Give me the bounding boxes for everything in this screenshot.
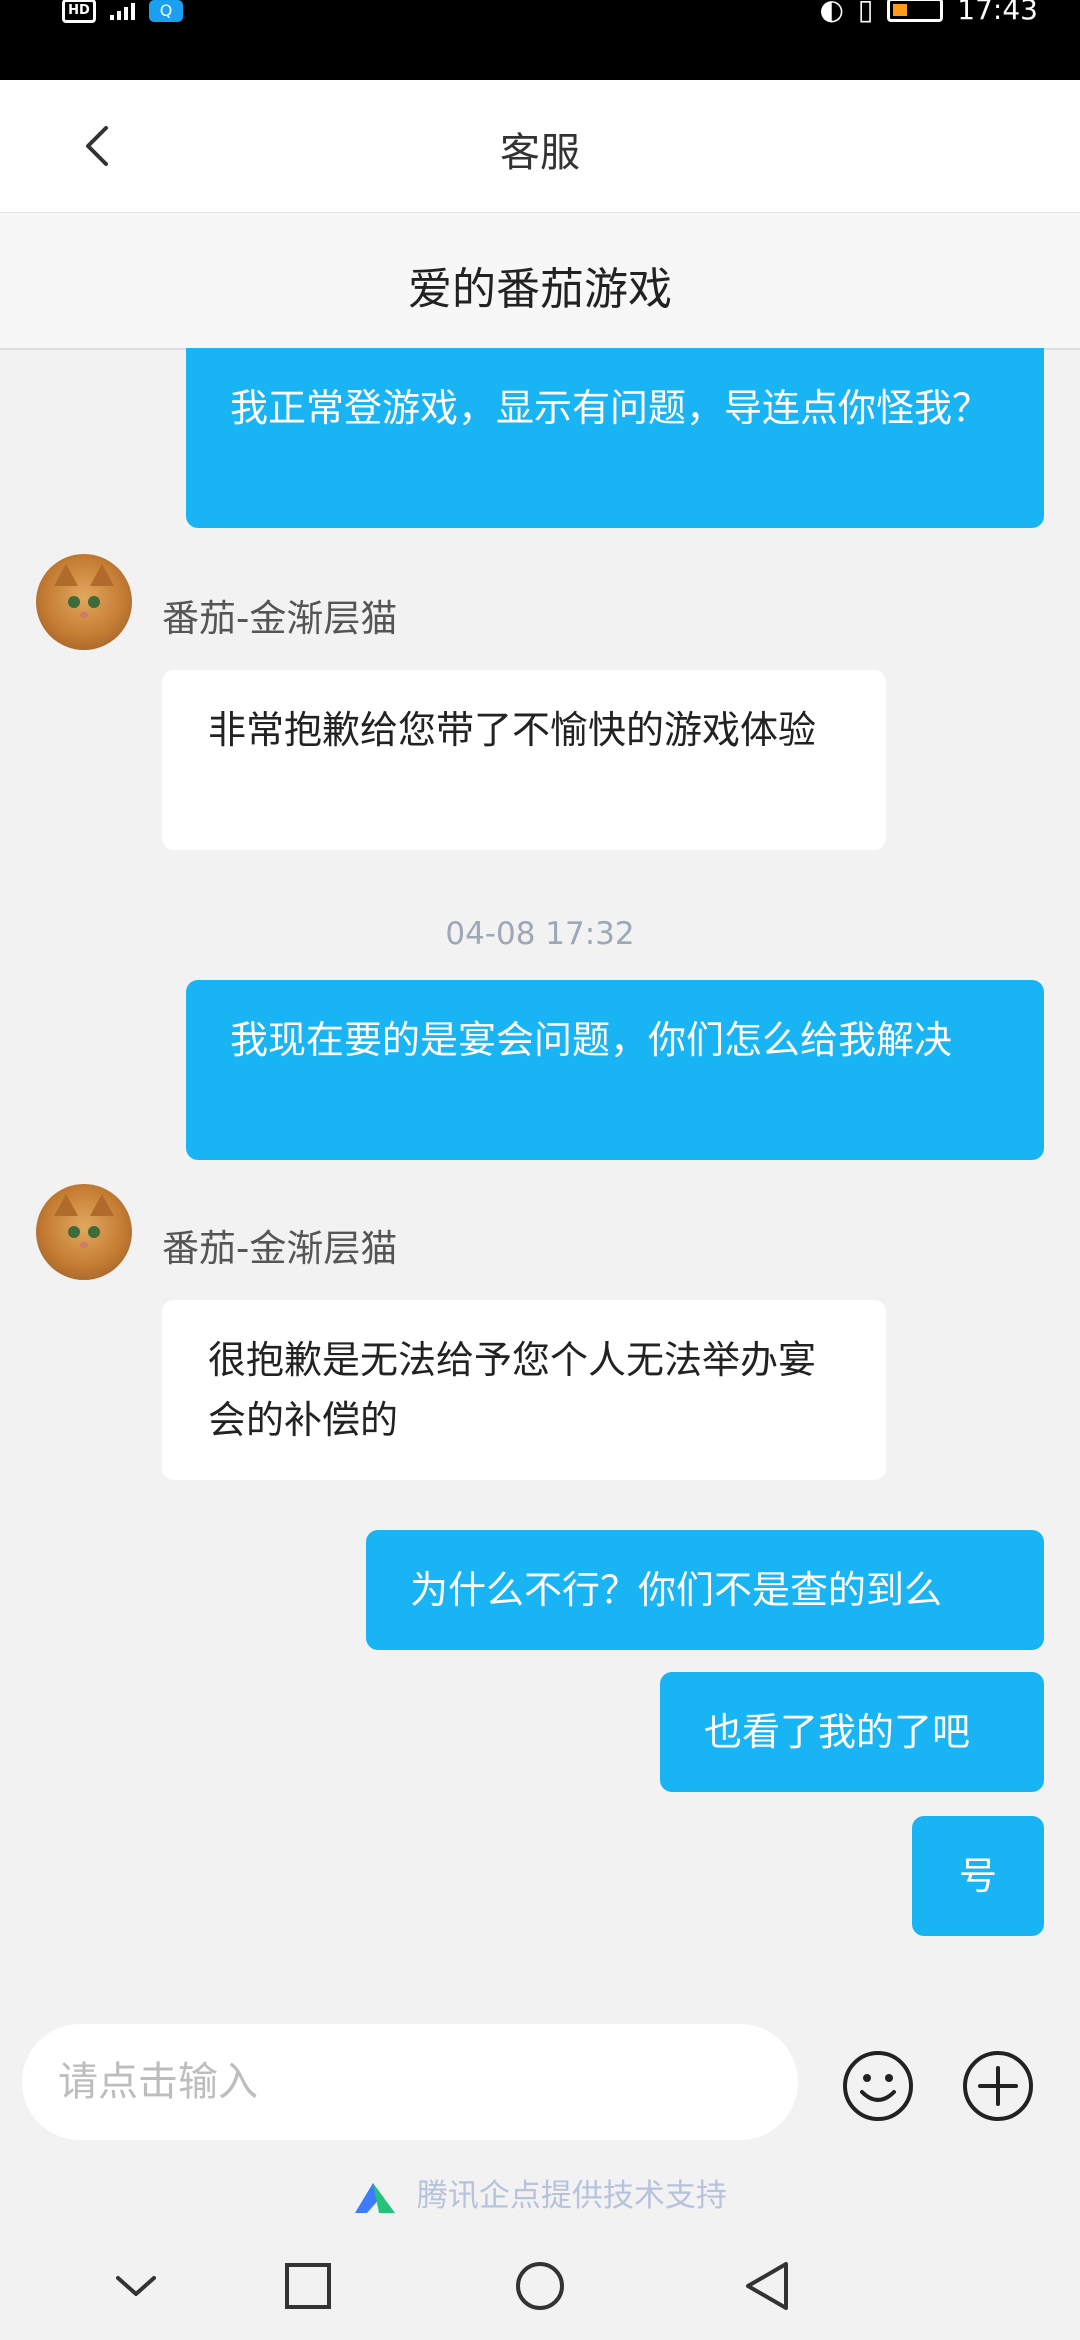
signal-icon xyxy=(110,2,135,20)
system-nav-bar xyxy=(0,2230,1080,2340)
chevron-down-icon[interactable] xyxy=(106,2256,166,2316)
powered-by: 腾讯企点提供技术支持 xyxy=(0,2170,1080,2215)
smiley-icon[interactable] xyxy=(840,2048,916,2124)
nfc-icon: ◐ xyxy=(819,0,844,26)
outgoing-message: 我正常登游戏，显示有问题，导连点你怪我？ xyxy=(186,348,1044,528)
chat-title: 爱的番茄游戏 xyxy=(408,264,672,315)
page-title: 客服 xyxy=(500,130,580,176)
avatar[interactable] xyxy=(36,554,132,650)
input-bar: 腾讯企点提供技术支持 xyxy=(0,2000,1080,2230)
top-header: 客服 xyxy=(0,80,1080,213)
incoming-message: 非常抱歉给您带了不愉快的游戏体验 xyxy=(162,670,886,850)
outgoing-message: 号 xyxy=(912,1816,1044,1936)
chat-screen: HD Q ◐ ▯ 17:43 客服 爱的番茄游戏 我正常登游戏，显示有问题，导连… xyxy=(0,0,1080,2340)
hd-badge: HD xyxy=(62,0,96,23)
message-input[interactable] xyxy=(22,2024,798,2140)
sender-name: 番茄-金渐层猫 xyxy=(162,597,398,640)
chat-subheader: 爱的番茄游戏 xyxy=(0,213,1080,350)
battery-icon xyxy=(887,0,944,22)
square-icon[interactable] xyxy=(278,2256,338,2316)
avatar[interactable] xyxy=(36,1184,132,1280)
tencent-qidian-logo-icon xyxy=(355,2182,396,2213)
app-notification-icon: Q xyxy=(149,0,183,22)
outgoing-message: 我现在要的是宴会问题，你们怎么给我解决 xyxy=(186,980,1044,1160)
powered-by-text: 腾讯企点提供技术支持 xyxy=(416,2178,727,2214)
plus-circle-icon[interactable] xyxy=(960,2048,1036,2124)
triangle-back-icon[interactable] xyxy=(738,2256,798,2316)
message-list[interactable]: 我正常登游戏，显示有问题，导连点你怪我？ 番茄-金渐层猫 非常抱歉给您带了不愉快… xyxy=(0,348,1080,2000)
incoming-message: 很抱歉是无法给予您个人无法举办宴会的补偿的 xyxy=(162,1300,886,1480)
status-time: 17:43 xyxy=(957,0,1038,26)
vibrate-icon: ▯ xyxy=(857,0,874,26)
circle-icon[interactable] xyxy=(510,2256,570,2316)
status-left-icons: HD Q xyxy=(62,0,183,23)
outgoing-message: 也看了我的了吧 xyxy=(660,1672,1044,1792)
sender-name: 番茄-金渐层猫 xyxy=(162,1227,398,1270)
outgoing-message: 为什么不行？你们不是查的到么 xyxy=(366,1530,1044,1650)
message-timestamp: 04-08 17:32 xyxy=(445,916,635,952)
status-bar: HD Q ◐ ▯ 17:43 xyxy=(0,0,1080,80)
status-right-icons: ◐ ▯ 17:43 xyxy=(819,0,1038,26)
